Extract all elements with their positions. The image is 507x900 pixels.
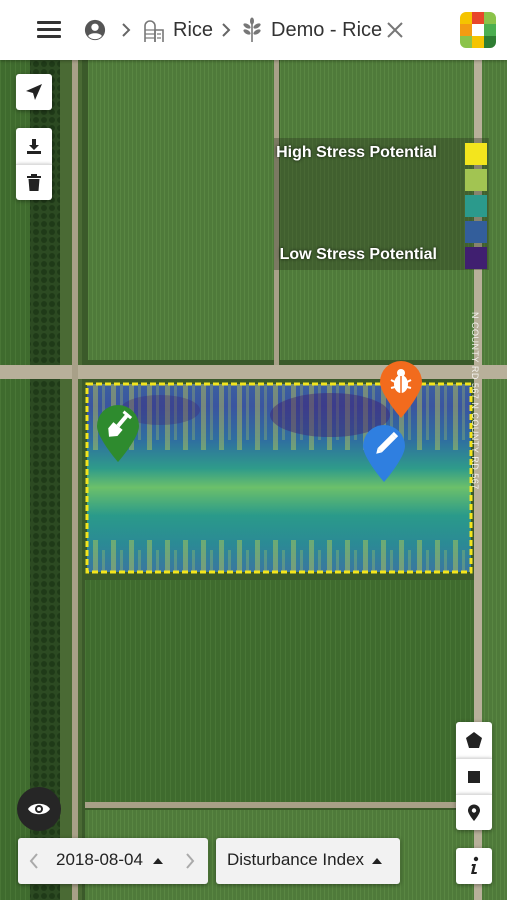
silo-icon xyxy=(144,20,164,42)
download-button[interactable] xyxy=(16,128,52,164)
legend-low-label: Low Stress Potential xyxy=(279,246,437,263)
road-label: N COUNTY RD 567 N COUNTY RD 567 xyxy=(470,312,480,490)
legend-swatch-1 xyxy=(465,143,487,165)
download-icon xyxy=(27,139,41,154)
add-marker-button[interactable] xyxy=(456,794,492,830)
hamburger-menu-icon[interactable] xyxy=(37,21,61,39)
legend-swatch-2 xyxy=(465,169,487,191)
pencil-pin-icon[interactable] xyxy=(361,424,407,484)
caret-up-icon xyxy=(372,858,382,864)
legend-swatch-3 xyxy=(465,195,487,217)
breadcrumb-chevron-icon xyxy=(222,23,231,37)
breadcrumb-farm[interactable]: Rice xyxy=(173,17,213,43)
caret-up-icon xyxy=(153,858,163,864)
shovel-pin-icon[interactable] xyxy=(95,404,141,464)
eye-icon xyxy=(28,803,50,815)
locate-button[interactable] xyxy=(16,74,52,110)
bug-pin-icon[interactable] xyxy=(378,360,424,420)
pentagon-icon xyxy=(466,732,482,748)
date-selector[interactable]: 2018-08-04 xyxy=(18,838,208,884)
date-value[interactable]: 2018-08-04 xyxy=(56,850,143,870)
stress-legend: High Stress Potential Low Stress Potenti… xyxy=(274,138,489,270)
crop-icon xyxy=(243,17,261,42)
map-pin-icon xyxy=(468,804,480,821)
breadcrumb-field[interactable]: Demo - Rice xyxy=(271,17,382,43)
satellite-map[interactable]: N COUNTY RD 567 N COUNTY RD 567 High Str… xyxy=(0,60,507,900)
toggle-visibility-button[interactable] xyxy=(17,787,61,831)
info-button[interactable] xyxy=(456,848,492,884)
chevron-left-icon[interactable] xyxy=(28,852,40,870)
legend-high-label: High Stress Potential xyxy=(276,144,437,161)
account-circle-icon[interactable] xyxy=(84,19,106,41)
square-icon xyxy=(468,770,480,783)
trash-icon xyxy=(27,173,41,191)
top-bar: Rice Demo - Rice xyxy=(0,0,507,60)
app-logo xyxy=(460,12,496,48)
legend-swatch-4 xyxy=(465,221,487,243)
chevron-right-icon[interactable] xyxy=(184,852,196,870)
draw-polygon-button[interactable] xyxy=(456,722,492,758)
legend-swatch-5 xyxy=(465,247,487,269)
draw-rectangle-button[interactable] xyxy=(456,758,492,794)
layer-value: Disturbance Index xyxy=(227,850,365,869)
close-icon[interactable] xyxy=(386,21,404,39)
layer-selector[interactable]: Disturbance Index xyxy=(216,838,400,884)
info-icon xyxy=(471,856,479,874)
breadcrumb-chevron-icon xyxy=(122,23,131,37)
navigation-arrow-icon xyxy=(26,84,42,100)
delete-button[interactable] xyxy=(16,164,52,200)
